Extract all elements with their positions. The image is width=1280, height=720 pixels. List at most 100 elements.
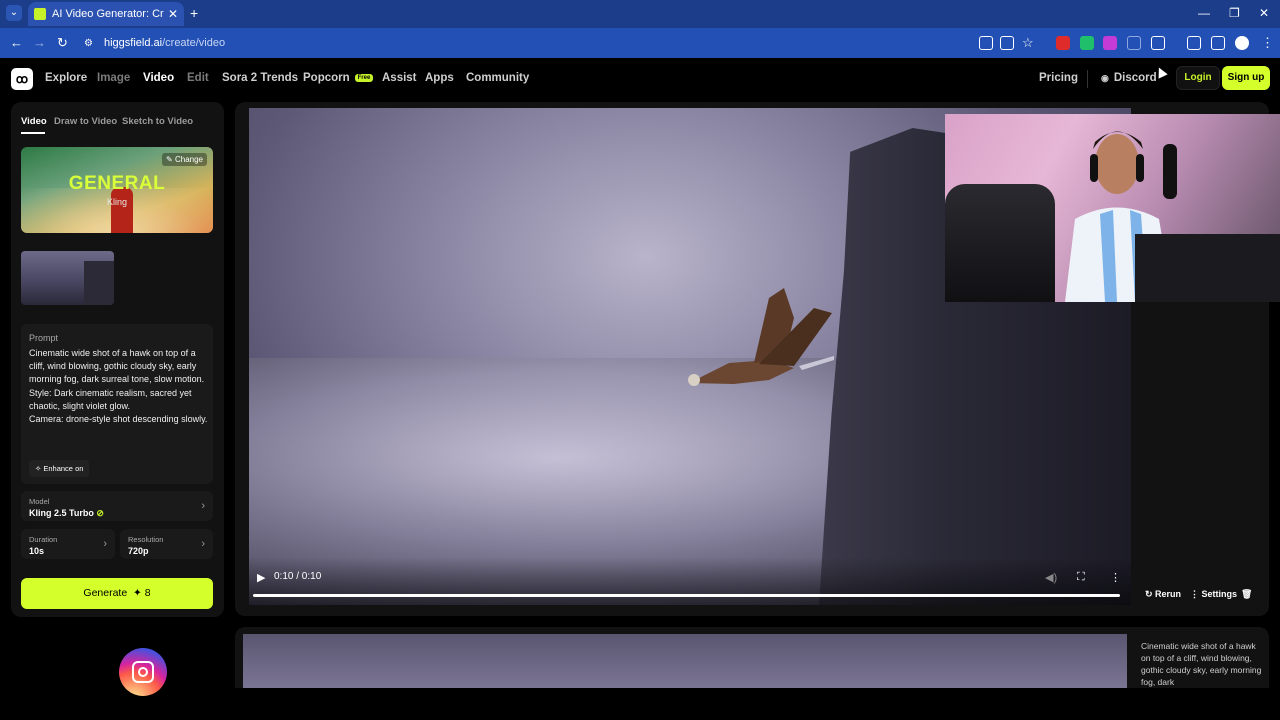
nav-discord[interactable]: ◉ Discord xyxy=(1101,72,1157,84)
bookmark-star-icon[interactable]: ☆ xyxy=(1022,35,1034,51)
extension-purple-icon[interactable] xyxy=(1103,36,1117,50)
nav-pricing[interactable]: Pricing xyxy=(1039,72,1078,84)
youtube-extension-icon[interactable] xyxy=(1056,36,1070,50)
profile-avatar-icon[interactable] xyxy=(1235,36,1249,50)
prompt-box[interactable]: Prompt Cinematic wide shot of a hawk on … xyxy=(21,324,213,484)
nav-video[interactable]: Video xyxy=(143,72,174,84)
reference-image-thumbnail[interactable] xyxy=(21,251,114,305)
rerun-icon: ↻ xyxy=(1145,589,1156,599)
instagram-icon xyxy=(119,648,167,696)
preset-title: GENERAL xyxy=(68,173,166,194)
downloads-icon[interactable] xyxy=(1187,36,1201,50)
settings-dots-icon: ⋮ xyxy=(1190,589,1202,599)
duration-label: Duration xyxy=(29,535,58,544)
browser-tab-bar: ⌄ AI Video Generator: Create stun ✕ + — … xyxy=(0,0,1280,28)
tab-video[interactable]: Video xyxy=(21,116,47,127)
nav-popcorn[interactable]: Popcorn Free xyxy=(303,72,374,84)
back-icon[interactable]: ← xyxy=(10,35,23,50)
tab-sketch-to-video[interactable]: Sketch to Video xyxy=(122,116,193,127)
settings-button[interactable]: ⋮ Settings xyxy=(1190,589,1237,600)
login-button[interactable]: Login xyxy=(1176,66,1220,90)
forward-icon[interactable]: → xyxy=(33,35,46,50)
higgsfield-logo-icon[interactable]: ꝏ xyxy=(11,68,33,90)
prompt-label: Prompt xyxy=(29,333,59,343)
generate-button[interactable]: Generate ✦ 8 xyxy=(21,578,213,609)
change-label: Change xyxy=(174,155,203,164)
close-window-icon[interactable]: ✕ xyxy=(1259,6,1269,20)
generate-label: Generate xyxy=(83,587,128,599)
media-control-icon[interactable] xyxy=(1211,36,1225,50)
fullscreen-icon[interactable]: ⛶ xyxy=(1077,571,1085,584)
translate-icon[interactable] xyxy=(1000,36,1014,50)
site-info-icon[interactable]: ⚙ xyxy=(84,38,98,49)
duration-value: 10s xyxy=(29,546,45,556)
credit-count: 8 xyxy=(144,587,151,599)
tab-search-icon[interactable]: ⌄ xyxy=(6,5,22,21)
minimize-icon[interactable]: — xyxy=(1198,6,1210,20)
delete-icon[interactable]: 🗑 xyxy=(1241,589,1252,600)
enhance-label: Enhance on xyxy=(43,464,84,473)
model-label: Model xyxy=(29,497,50,506)
discord-label: Discord xyxy=(1113,72,1157,84)
rerun-label: Rerun xyxy=(1155,589,1182,599)
chevron-right-icon: › xyxy=(103,538,107,550)
app-header: ꝏ Explore Image Video Edit Sora 2 Trends… xyxy=(0,58,1280,100)
browser-tab[interactable]: AI Video Generator: Create stun ✕ xyxy=(28,2,184,26)
model-selector[interactable]: Model Kling 2.5 Turbo ⊘ › xyxy=(21,491,213,521)
webcam-desk-art xyxy=(1135,234,1280,302)
thumbnail-cliff-art xyxy=(84,261,114,305)
video-player-2[interactable] xyxy=(243,634,1127,688)
video-progress-bar[interactable] xyxy=(253,594,1120,597)
browser-address-bar: ← → ↻ ⚙ higgsfield.ai/create/video ☆ ⋮ xyxy=(0,28,1280,58)
model-badge-icon: ⊘ xyxy=(96,508,104,518)
tab-draw-to-video[interactable]: Draw to Video xyxy=(54,116,117,127)
model-value-text: Kling 2.5 Turbo xyxy=(29,508,94,518)
tab-title: AI Video Generator: Create stun xyxy=(52,8,164,20)
prompt-textarea[interactable]: Cinematic wide shot of a hawk on top of … xyxy=(29,347,209,445)
nav-assist[interactable]: Assist xyxy=(382,72,417,84)
restore-icon[interactable]: ❐ xyxy=(1229,6,1240,20)
site-favicon-icon xyxy=(34,8,46,20)
cast-icon[interactable] xyxy=(979,36,993,50)
url-field[interactable]: ⚙ higgsfield.ai/create/video xyxy=(84,32,964,54)
chevron-right-icon: › xyxy=(201,500,205,512)
resolution-selector[interactable]: Resolution 720p › xyxy=(120,529,213,559)
model-value: Kling 2.5 Turbo ⊘ xyxy=(29,508,104,519)
nav-explore[interactable]: Explore xyxy=(45,72,87,84)
nav-community[interactable]: Community xyxy=(466,72,529,84)
nav-popcorn-label: Popcorn xyxy=(303,72,350,84)
extension-cloud-icon[interactable] xyxy=(1127,36,1141,50)
resolution-value: 720p xyxy=(128,546,149,556)
extension-green-icon[interactable] xyxy=(1080,36,1094,50)
nav-sora-2-trends[interactable]: Sora 2 Trends xyxy=(222,72,298,84)
change-preset-button[interactable]: ✎ Change xyxy=(162,153,207,166)
discord-icon: ◉ xyxy=(1101,73,1109,83)
preset-card[interactable]: GENERAL Kling ✎ Change xyxy=(21,147,213,233)
nav-apps[interactable]: Apps xyxy=(425,72,454,84)
duration-selector[interactable]: Duration 10s › xyxy=(21,529,115,559)
settings-label: Settings xyxy=(1201,589,1238,599)
generator-panel: Video Draw to Video Sketch to Video GENE… xyxy=(11,102,224,617)
reload-icon[interactable]: ↻ xyxy=(57,35,68,51)
header-divider xyxy=(1087,70,1088,88)
webcam-chair-art xyxy=(945,184,1055,302)
sparkle-icon: ✦ xyxy=(130,587,142,599)
enhance-toggle[interactable]: ✧ Enhance on xyxy=(29,460,90,477)
nav-edit[interactable]: Edit xyxy=(187,72,209,84)
webcam-overlay xyxy=(945,114,1280,302)
hawk-illustration xyxy=(688,288,834,386)
play-icon[interactable]: ▶ xyxy=(257,571,265,584)
more-options-icon[interactable]: ⋮ xyxy=(1110,571,1121,584)
extensions-puzzle-icon[interactable] xyxy=(1151,36,1165,50)
close-tab-icon[interactable]: ✕ xyxy=(168,7,178,21)
preset-subtitle: Kling xyxy=(106,197,127,207)
nav-image[interactable]: Image xyxy=(97,72,130,84)
rerun-button[interactable]: ↻ Rerun xyxy=(1145,589,1181,600)
pencil-icon: ✎ xyxy=(166,155,175,164)
new-tab-icon[interactable]: + xyxy=(190,5,198,21)
chevron-right-icon: › xyxy=(201,538,205,550)
signup-button[interactable]: Sign up xyxy=(1222,66,1270,90)
mute-icon[interactable]: ◀) xyxy=(1045,571,1057,584)
video-controls: ▶ 0:10 / 0:10 ◀) ⛶ ⋮ xyxy=(249,557,1131,605)
browser-menu-icon[interactable]: ⋮ xyxy=(1261,35,1274,51)
